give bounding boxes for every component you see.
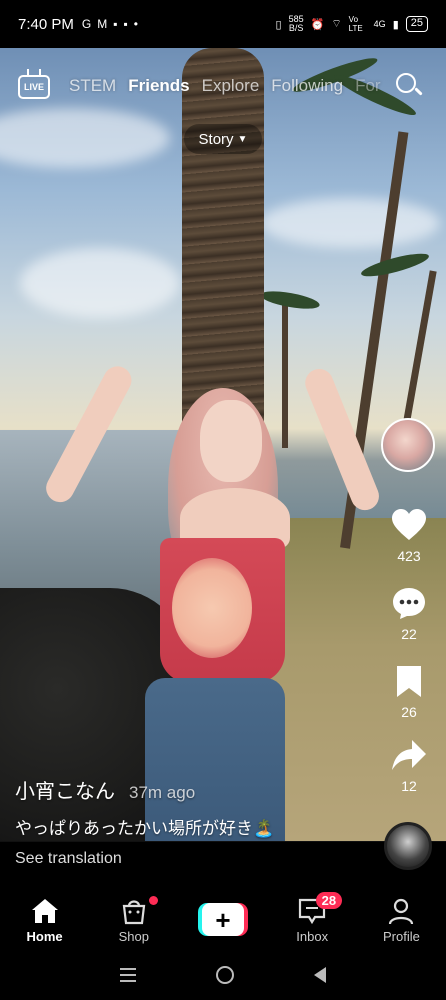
status-time: 7:40 PM (18, 15, 74, 33)
shopping-bag-icon (120, 897, 148, 925)
palm-frond (359, 249, 431, 281)
video-player[interactable] (0, 48, 446, 841)
net-speed-unit: B/S (288, 23, 304, 33)
shop-notification-dot (149, 896, 159, 905)
cloud (260, 198, 440, 248)
cloud (0, 108, 170, 168)
status-right: ▯ 585 B/S ⏰ ⌔ Vo LTE 4G ▮ 25 (276, 15, 428, 33)
post-time: 37m ago (129, 783, 196, 802)
comment-count: 22 (401, 626, 417, 642)
gmail-icon: M (97, 17, 108, 31)
author-name[interactable]: 小宵こなん (15, 775, 115, 804)
heart-icon (392, 509, 426, 540)
nav-profile-label: Profile (382, 929, 420, 944)
nav-create[interactable]: + (178, 889, 267, 949)
cloud (20, 248, 180, 318)
vibrate-icon: ▯ (275, 18, 282, 31)
top-nav: LIVE STEM Friends Explore Following For (0, 64, 446, 108)
search-button[interactable] (394, 71, 424, 101)
caret-down-icon: ▼ (237, 133, 248, 145)
video-caption[interactable]: やっぱりあったかい場所が好き🏝️ (15, 814, 274, 839)
share-arrow-icon (392, 740, 426, 770)
chat-icon: ▪ (113, 17, 118, 31)
signal-icon: ▮ (392, 18, 399, 31)
battery-icon: 25 (405, 16, 428, 32)
comment-icon (393, 588, 425, 619)
feed-tabs: STEM Friends Explore Following For (69, 76, 394, 96)
author-row: 小宵こなん 37m ago (15, 775, 195, 804)
creator-avatar[interactable] (381, 418, 435, 472)
story-dropdown[interactable]: Story ▼ (184, 124, 262, 154)
share-button[interactable]: 12 (380, 738, 438, 794)
app-icon: ▪ (123, 17, 128, 31)
hibiscus-print (172, 558, 252, 658)
like-button[interactable]: 423 (380, 508, 438, 564)
music-disc-avatar[interactable] (384, 822, 432, 870)
search-icon-handle (414, 87, 423, 96)
nav-shop-label: Shop (118, 929, 149, 944)
back-triangle-icon[interactable] (314, 966, 326, 983)
tab-explore[interactable]: Explore (202, 76, 260, 96)
save-count: 26 (401, 704, 417, 720)
status-bar: 7:40 PM G M ▪ ▪ • ▯ 585 B/S ⏰ ⌔ Vo LTE 4… (0, 0, 446, 48)
home-icon (30, 897, 60, 925)
nav-home-label: Home (26, 929, 63, 944)
wifi-icon: ⌔ (331, 18, 342, 30)
nav-home[interactable]: Home (0, 889, 89, 949)
story-label: Story (198, 130, 234, 148)
tab-stem[interactable]: STEM (69, 76, 116, 96)
palm-trunk (282, 298, 288, 448)
live-button[interactable]: LIVE (18, 69, 52, 103)
alarm-icon: ⏰ (310, 18, 325, 31)
comment-button[interactable]: 22 (380, 586, 438, 642)
see-translation-link[interactable]: See translation (15, 850, 122, 868)
recents-icon[interactable] (120, 967, 136, 982)
more-dot-icon: • (133, 17, 138, 31)
live-label: LIVE (18, 75, 50, 99)
nav-shop[interactable]: Shop (89, 889, 178, 949)
inbox-badge: 28 (315, 892, 343, 909)
net-speed: 585 B/S (289, 15, 304, 33)
volte-label: Vo LTE (348, 15, 363, 33)
bookmark-icon (397, 666, 421, 697)
profile-icon (387, 897, 415, 925)
home-circle-icon[interactable] (216, 965, 234, 984)
nav-inbox[interactable]: 28 Inbox (268, 889, 357, 949)
system-nav-bar (0, 949, 446, 1000)
person-face (200, 400, 262, 482)
nav-profile[interactable]: Profile (357, 889, 446, 949)
google-icon: G (81, 17, 92, 31)
like-count: 423 (397, 548, 421, 564)
notification-icons: G M ▪ ▪ • (82, 17, 138, 31)
create-button[interactable]: + (198, 903, 248, 936)
nav-inbox-label: Inbox (296, 929, 329, 944)
plus-icon: + (202, 903, 244, 936)
tab-following[interactable]: Following (271, 76, 343, 96)
bookmark-button[interactable]: 26 (380, 664, 438, 720)
bottom-nav: Home Shop + 28 Inbox Profile (0, 889, 446, 949)
share-count: 12 (401, 778, 417, 794)
palm-frond (259, 287, 321, 313)
tab-for-you[interactable]: For (355, 76, 381, 96)
search-icon (396, 73, 416, 93)
network-label: 4G (373, 19, 386, 29)
tab-friends[interactable]: Friends (128, 76, 189, 96)
